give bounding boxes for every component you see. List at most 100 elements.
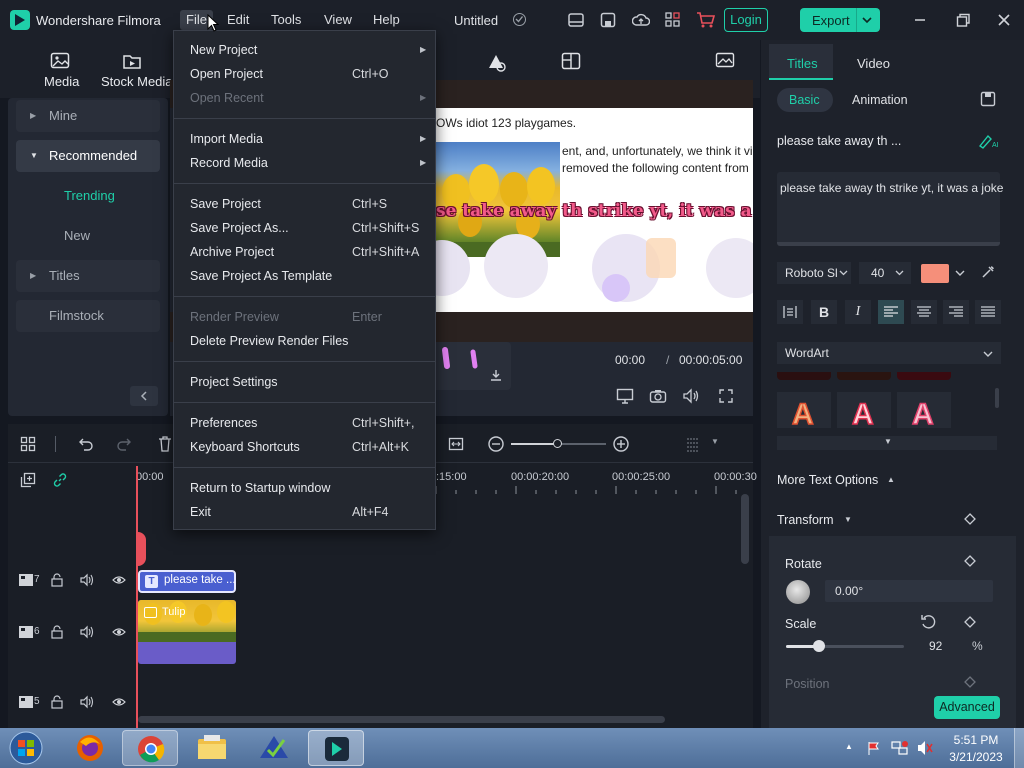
subtab-animation[interactable]: Animation (852, 93, 908, 107)
menu-edit[interactable]: Edit (227, 12, 249, 27)
wordart-thumb[interactable] (777, 372, 831, 380)
text-color-swatch[interactable] (921, 264, 949, 283)
keyframe-diamond-icon[interactable] (964, 616, 976, 628)
font-select[interactable]: Roboto Sl (777, 262, 851, 284)
explorer-taskbar-icon[interactable] (184, 730, 240, 766)
filmora-taskbar-icon[interactable] (308, 730, 364, 766)
snapshot-icon[interactable] (649, 388, 667, 404)
menu-item-open-recent[interactable]: Open Recent ▶ (190, 87, 430, 109)
toolbar-stock-media[interactable]: Stock Media (101, 74, 173, 89)
firefox-taskbar-icon[interactable] (62, 730, 118, 766)
italic-icon[interactable]: I (845, 300, 871, 324)
wordart-scrollbar[interactable] (995, 388, 999, 408)
eyedropper-icon[interactable] (981, 265, 995, 279)
display-icon[interactable] (616, 388, 634, 404)
caret-up-icon[interactable]: ▲ (887, 475, 895, 484)
wordart-select[interactable]: WordArt (777, 342, 1001, 364)
chevron-down-icon[interactable] (955, 268, 965, 278)
zoom-out-icon[interactable] (487, 435, 505, 453)
align-right-icon[interactable] (943, 300, 969, 324)
wordart-expand-bar[interactable]: ▼ (777, 436, 997, 450)
wordart-thumb[interactable] (837, 372, 891, 380)
eye-icon[interactable] (112, 574, 126, 586)
keyframe-diamond-icon[interactable] (964, 513, 976, 525)
fit-timeline-icon[interactable] (448, 436, 464, 452)
speaker-icon[interactable] (80, 695, 94, 709)
delete-icon[interactable] (158, 436, 172, 452)
collapse-panel-button[interactable] (130, 386, 158, 406)
neon-thumbnail[interactable] (425, 342, 511, 390)
tab-titles[interactable]: Titles (769, 44, 833, 80)
image-clip[interactable]: Tulip (138, 600, 236, 664)
restore-icon[interactable] (955, 12, 971, 28)
redo-icon[interactable] (116, 436, 132, 452)
sidebar-item-titles[interactable]: ▶ Titles (16, 260, 160, 292)
layout-grid-icon[interactable] (20, 436, 36, 452)
export-button[interactable]: Export (800, 8, 880, 32)
tray-volume-icon[interactable] (916, 740, 934, 756)
rotate-input[interactable]: 0.00° (825, 580, 993, 602)
clock-time[interactable]: 5:51 PM (946, 733, 1006, 747)
start-button[interactable] (6, 730, 46, 766)
ai-edit-icon[interactable]: AI (978, 133, 1000, 149)
menu-item-import-media[interactable]: Import Media ▶ (190, 128, 430, 150)
stickers-icon[interactable] (486, 52, 508, 72)
menu-item-keyboard-shortcuts[interactable]: Keyboard Shortcuts Ctrl+Alt+K (190, 436, 430, 458)
menu-item-save-as-template[interactable]: Save Project As Template (190, 265, 430, 287)
templates-icon[interactable] (561, 52, 581, 70)
menu-item-delete-render-files[interactable]: Delete Preview Render Files (190, 330, 430, 352)
save-preset-icon[interactable] (980, 91, 996, 107)
checklist-taskbar-icon[interactable] (246, 730, 302, 766)
media-icon[interactable] (50, 52, 70, 70)
font-size-select[interactable]: 40 (859, 262, 911, 284)
menu-item-open-project[interactable]: Open Project Ctrl+O (190, 63, 430, 85)
speaker-icon[interactable] (80, 573, 94, 587)
justify-icon[interactable] (975, 300, 1001, 324)
menu-item-save-project[interactable]: Save Project Ctrl+S (190, 193, 430, 215)
lock-icon[interactable] (50, 695, 64, 709)
close-icon[interactable] (996, 12, 1012, 28)
zoom-slider[interactable] (511, 439, 606, 448)
timeline-vertical-scrollbar[interactable] (741, 494, 749, 564)
stock-media-icon[interactable] (122, 52, 142, 70)
menu-item-new-project[interactable]: New Project ▶ (190, 39, 430, 61)
sidebar-item-mine[interactable]: ▶ Mine (16, 100, 160, 132)
playhead[interactable] (136, 466, 138, 728)
sidebar-item-recommended[interactable]: ▼ Recommended (16, 140, 160, 172)
layout-icon[interactable] (568, 12, 584, 28)
caret-down-icon[interactable]: ▼ (844, 515, 852, 524)
menu-item-render-preview[interactable]: Render Preview Enter (190, 306, 430, 328)
more-text-options[interactable]: More Text Options (777, 473, 878, 487)
zoom-in-icon[interactable] (612, 435, 630, 453)
text-content-input[interactable]: please take away th strike yt, it was a … (777, 172, 1003, 246)
download-icon[interactable] (489, 368, 503, 382)
lock-icon[interactable] (50, 573, 64, 587)
scale-value[interactable]: 92 (929, 639, 942, 653)
tray-flag-icon[interactable] (866, 740, 882, 756)
scale-slider-handle[interactable] (813, 640, 826, 652)
menu-item-save-project-as[interactable]: Save Project As... Ctrl+Shift+S (190, 217, 430, 239)
preview-image-icon[interactable] (715, 52, 735, 68)
scale-slider[interactable] (786, 640, 904, 652)
login-button[interactable]: Login (724, 8, 768, 32)
reset-icon[interactable] (920, 614, 936, 630)
track-menu-chevron-icon[interactable]: ▼ (711, 437, 719, 446)
wordart-thumb[interactable] (897, 372, 951, 380)
menu-item-record-media[interactable]: Record Media ▶ (190, 152, 430, 174)
zoom-slider-handle[interactable] (553, 439, 562, 448)
show-desktop-button[interactable] (1014, 728, 1024, 768)
bold-icon[interactable]: B (811, 300, 837, 324)
menu-item-project-settings[interactable]: Project Settings (190, 371, 430, 393)
tray-network-icon[interactable] (891, 740, 909, 756)
apps-grid-icon[interactable] (664, 11, 682, 29)
clock-date[interactable]: 3/21/2023 (946, 750, 1006, 764)
menu-item-preferences[interactable]: Preferences Ctrl+Shift+, (190, 412, 430, 434)
align-left-icon[interactable] (878, 300, 904, 324)
eye-icon[interactable] (112, 626, 126, 638)
chevron-down-icon[interactable] (861, 14, 873, 26)
eye-icon[interactable] (112, 696, 126, 708)
rotate-dial[interactable] (786, 580, 810, 604)
align-center-icon[interactable] (911, 300, 937, 324)
keyframe-diamond-icon[interactable] (964, 676, 976, 688)
text-spacing-icon[interactable] (777, 300, 803, 324)
